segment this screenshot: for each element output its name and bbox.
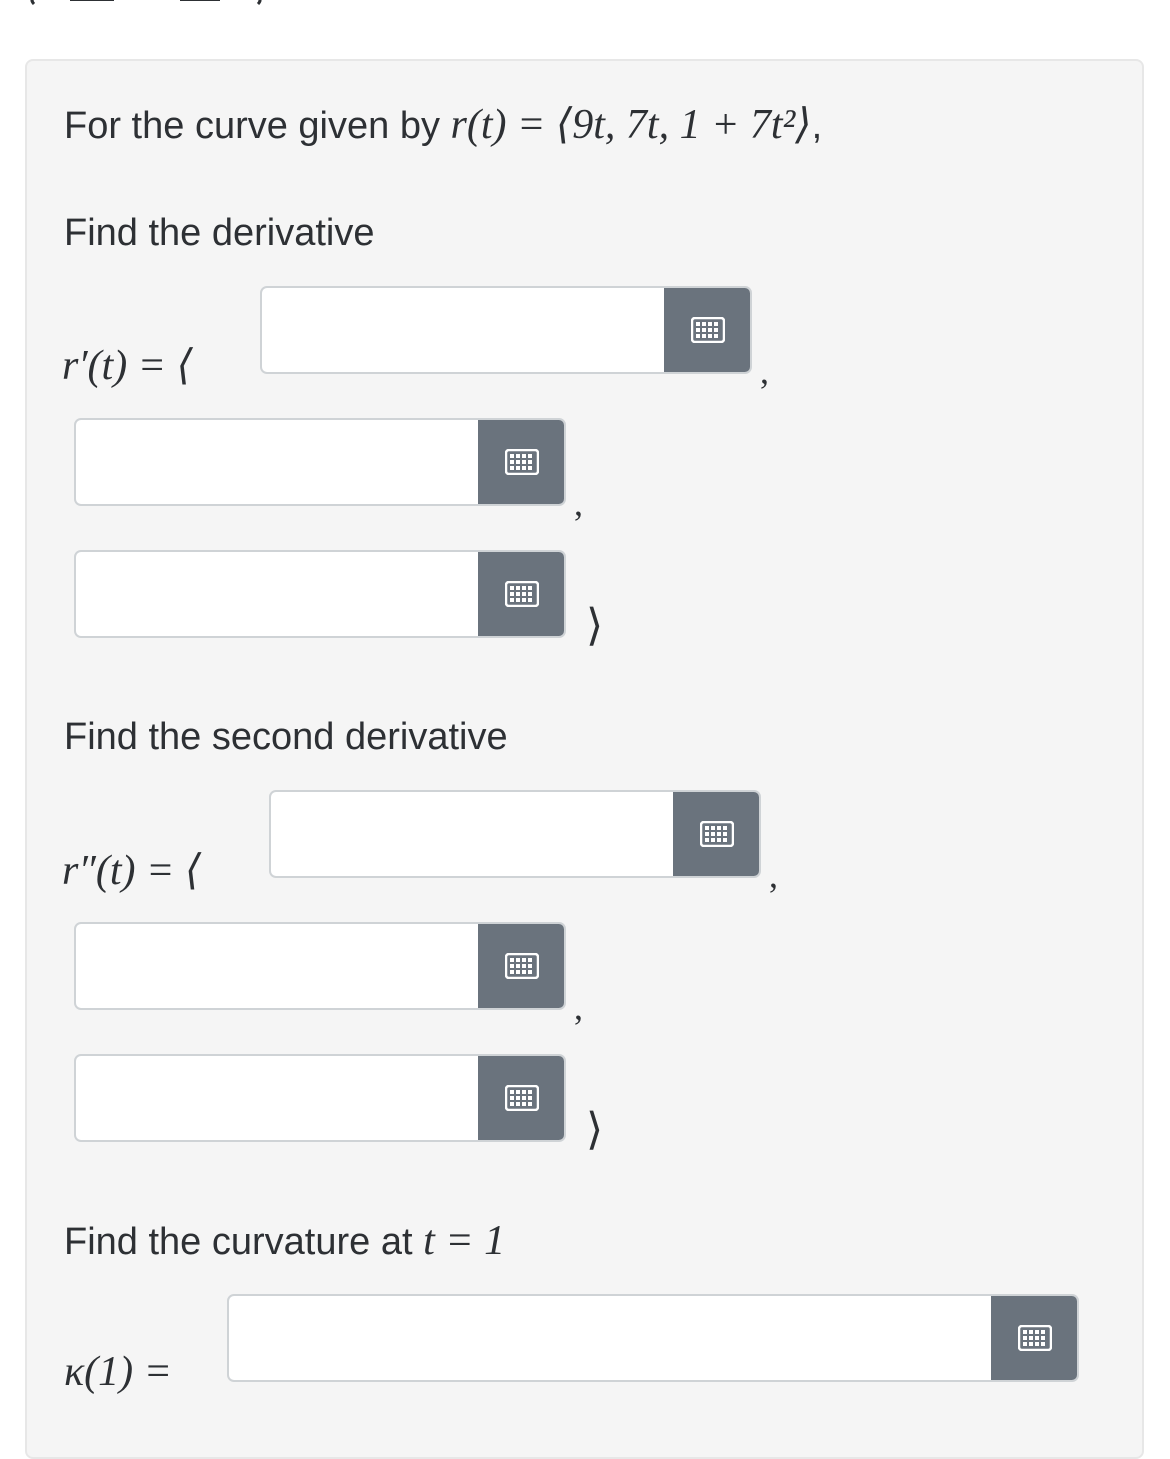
derivative-close-bracket: ⟩ bbox=[586, 601, 604, 650]
second-derivative-x-keyboard-button[interactable] bbox=[673, 792, 759, 876]
derivative-comma-1: , bbox=[760, 351, 769, 391]
derivative-heading: Find the derivative bbox=[64, 212, 375, 254]
curvature-lhs: κ(1) = bbox=[64, 1349, 172, 1395]
keyboard-icon bbox=[691, 317, 725, 343]
problem-intro-suffix: , bbox=[811, 105, 823, 147]
problem-function-math: r(t) = ⟨9t, 7t, 1 + 7t²⟩ bbox=[450, 102, 812, 148]
second-derivative-y-field bbox=[74, 922, 566, 1010]
keyboard-icon bbox=[505, 953, 539, 979]
derivative-y-keyboard-button[interactable] bbox=[478, 420, 564, 504]
derivative-z-keyboard-button[interactable] bbox=[478, 552, 564, 636]
derivative-x-keyboard-button[interactable] bbox=[664, 288, 750, 372]
keyboard-icon bbox=[700, 821, 734, 847]
derivative-x-field bbox=[260, 286, 752, 374]
curvature-field bbox=[227, 1294, 1079, 1382]
keyboard-icon bbox=[505, 581, 539, 607]
second-derivative-z-keyboard-button[interactable] bbox=[478, 1056, 564, 1140]
keyboard-icon bbox=[1018, 1325, 1052, 1351]
derivative-x-input[interactable] bbox=[262, 288, 666, 372]
curvature-keyboard-button[interactable] bbox=[991, 1296, 1077, 1380]
problem-intro-text: For the curve given by bbox=[64, 105, 451, 147]
curvature-heading-math: t = 1 bbox=[423, 1218, 506, 1264]
curvature-heading: Find the curvature at t = 1 bbox=[64, 1218, 505, 1265]
curvature-input[interactable] bbox=[229, 1296, 993, 1380]
derivative-z-input[interactable] bbox=[76, 552, 480, 636]
derivative-y-field bbox=[74, 418, 566, 506]
second-derivative-y-keyboard-button[interactable] bbox=[478, 924, 564, 1008]
derivative-lhs: r′(t) = ⟨ bbox=[62, 343, 193, 389]
second-derivative-comma-1: , bbox=[769, 855, 778, 895]
second-derivative-x-field bbox=[269, 790, 761, 878]
second-derivative-heading: Find the second derivative bbox=[64, 716, 508, 758]
second-derivative-close-bracket: ⟩ bbox=[586, 1105, 604, 1154]
keyboard-icon bbox=[505, 449, 539, 475]
keyboard-icon bbox=[505, 1085, 539, 1111]
cropped-top-edge bbox=[30, 0, 262, 6]
second-derivative-z-field bbox=[74, 1054, 566, 1142]
derivative-comma-2: , bbox=[574, 483, 583, 523]
second-derivative-y-input[interactable] bbox=[76, 924, 480, 1008]
derivative-y-input[interactable] bbox=[76, 420, 480, 504]
second-derivative-z-input[interactable] bbox=[76, 1056, 480, 1140]
problem-statement: For the curve given by r(t) = ⟨9t, 7t, 1… bbox=[64, 102, 822, 149]
derivative-z-field bbox=[74, 550, 566, 638]
second-derivative-lhs: r″(t) = ⟨ bbox=[62, 848, 202, 894]
second-derivative-x-input[interactable] bbox=[271, 792, 675, 876]
curvature-heading-text: Find the curvature at bbox=[64, 1221, 424, 1263]
second-derivative-comma-2: , bbox=[574, 987, 583, 1027]
